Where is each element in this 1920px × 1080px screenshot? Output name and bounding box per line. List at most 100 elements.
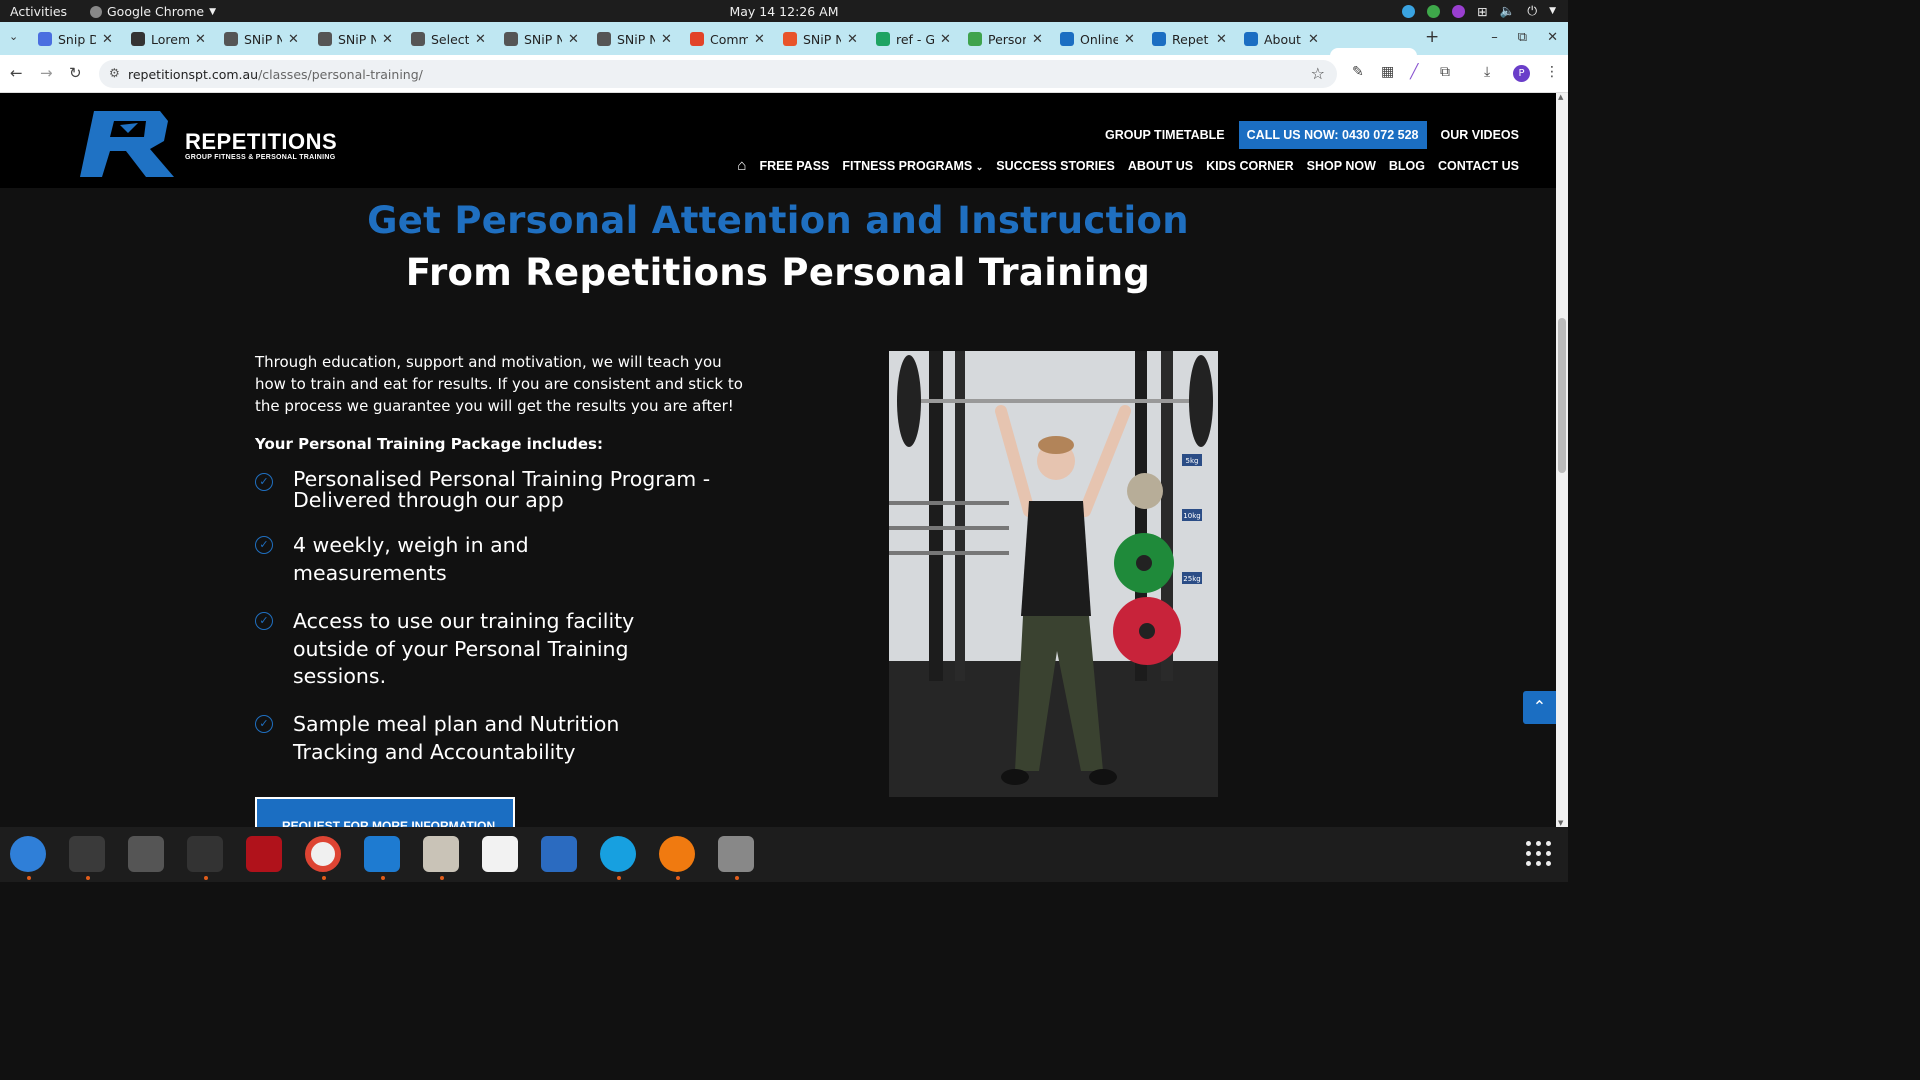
our-videos-link[interactable]: OUR VIDEOS (1441, 128, 1520, 142)
nav-free-pass[interactable]: FREE PASS (759, 159, 829, 173)
browser-tab[interactable]: ref - G ✕ (870, 26, 957, 52)
group-timetable-link[interactable]: GROUP TIMETABLE (1105, 128, 1225, 142)
document-viewer-icon[interactable] (541, 836, 577, 872)
browser-tab[interactable]: SNiP N ✕ (312, 26, 399, 52)
nav-blog[interactable]: BLOG (1389, 159, 1425, 173)
browser-tab[interactable]: Select ✕ (405, 26, 492, 52)
volume-icon[interactable]: 🔈 (1500, 3, 1516, 19)
nav-contact-us[interactable]: CONTACT US (1438, 159, 1519, 173)
calendar-extension-icon[interactable]: ▦ (1381, 64, 1394, 80)
browser-tab[interactable]: SNiP N ✕ (591, 26, 678, 52)
check-circle-icon: ✓ (255, 473, 273, 491)
activities-button[interactable]: Activities (10, 4, 67, 19)
scroll-down-icon[interactable]: ▼ (1558, 819, 1563, 827)
back-icon[interactable]: ← (10, 64, 23, 82)
app-menu[interactable]: Google Chrome ▼ (90, 4, 216, 19)
browser-tab[interactable]: SNiP N ✕ (498, 26, 585, 52)
browser-tab[interactable]: Repet ✕ (1146, 26, 1233, 52)
reload-icon[interactable]: ↻ (69, 64, 82, 82)
tray-color-icon[interactable] (1452, 4, 1466, 18)
tab-title: SNiP N (338, 31, 376, 47)
url-text[interactable]: repetitionspt.com.au/classes/personal-tr… (128, 67, 423, 82)
tab-close-icon[interactable]: ✕ (195, 32, 206, 47)
page-scrollbar[interactable]: ▲ ▼ (1556, 93, 1568, 827)
tab-close-icon[interactable]: ✕ (1032, 32, 1043, 47)
bookmark-star-icon[interactable]: ☆ (1311, 64, 1325, 83)
tray-update-icon[interactable] (1427, 4, 1441, 18)
running-indicator (322, 876, 326, 880)
browser-tab[interactable]: Lorem ✕ (125, 26, 212, 52)
system-tray[interactable]: ⊞ 🔈 ⏻ ▼ (1402, 3, 1556, 19)
tab-close-icon[interactable]: ✕ (754, 32, 765, 47)
browser-tab[interactable]: SNiP N ✕ (218, 26, 305, 52)
text-editor-icon[interactable] (482, 836, 518, 872)
network-icon[interactable]: ⊞ (1477, 4, 1487, 19)
close-icon[interactable]: ✕ (1547, 30, 1558, 45)
browser-tab[interactable]: Persor ✕ (962, 26, 1049, 52)
extensions-puzzle-icon[interactable]: ⧉ (1440, 64, 1450, 80)
site-logo[interactable]: REPETITIONS GROUP FITNESS & PERSONAL TRA… (80, 111, 340, 179)
scrollbar-thumb[interactable] (1558, 318, 1566, 473)
tab-close-icon[interactable]: ✕ (102, 32, 113, 47)
new-tab-button[interactable]: + (1425, 27, 1439, 47)
home-icon[interactable]: ⌂ (737, 157, 746, 174)
nav-about-us[interactable]: ABOUT US (1128, 159, 1193, 173)
disk-utility-icon[interactable] (718, 836, 754, 872)
profile-avatar[interactable]: P (1513, 65, 1530, 82)
filezilla-icon[interactable] (246, 836, 282, 872)
back-to-top-button[interactable]: ⌃ (1523, 691, 1556, 724)
firefox-icon[interactable] (659, 836, 695, 872)
tab-close-icon[interactable]: ✕ (1308, 32, 1319, 47)
calculator-icon[interactable] (128, 836, 164, 872)
vscode-icon[interactable] (364, 836, 400, 872)
minimize-icon[interactable]: – (1491, 30, 1498, 45)
tab-close-icon[interactable]: ✕ (1124, 32, 1135, 47)
thunderbird-icon[interactable] (10, 836, 46, 872)
browser-tab[interactable]: SNiP N ✕ (777, 26, 864, 52)
tab-close-icon[interactable]: ✕ (288, 32, 299, 47)
browser-tab[interactable]: About ✕ (1238, 26, 1325, 52)
browser-tab[interactable]: Online ✕ (1054, 26, 1141, 52)
restore-icon[interactable]: ⧉ (1518, 30, 1527, 45)
address-bar[interactable]: ⚙ repetitionspt.com.au/classes/personal-… (99, 60, 1337, 88)
browser-tab[interactable]: Snip D ✕ (32, 26, 119, 52)
site-info-icon[interactable]: ⚙ (109, 66, 120, 80)
forward-icon[interactable]: → (40, 64, 53, 82)
chevron-down-icon[interactable]: ▼ (1549, 6, 1556, 16)
main-nav: ⌂ FREE PASS FITNESS PROGRAMS ⌄ SUCCESS S… (737, 157, 1519, 174)
download-icon[interactable]: ⤓ (1484, 64, 1490, 80)
tab-favicon-icon (597, 32, 611, 46)
call-us-button[interactable]: CALL US NOW: 0430 072 528 (1238, 121, 1427, 149)
web-page: REPETITIONS GROUP FITNESS & PERSONAL TRA… (0, 93, 1556, 827)
nav-kids-corner[interactable]: KIDS CORNER (1206, 159, 1294, 173)
terminal-icon[interactable] (69, 836, 105, 872)
tab-close-icon[interactable]: ✕ (382, 32, 393, 47)
nav-shop-now[interactable]: SHOP NOW (1307, 159, 1376, 173)
tab-title: Snip D (58, 31, 96, 47)
files-icon[interactable] (423, 836, 459, 872)
tab-close-icon[interactable]: ✕ (475, 32, 486, 47)
system-monitor-icon[interactable] (187, 836, 223, 872)
tab-close-icon[interactable]: ✕ (847, 32, 858, 47)
nav-fitness-programs[interactable]: FITNESS PROGRAMS ⌄ (842, 159, 983, 173)
scroll-up-icon[interactable]: ▲ (1558, 93, 1563, 101)
chrome-dock-icon[interactable] (305, 836, 341, 872)
browser-tab[interactable]: Comm ✕ (684, 26, 771, 52)
request-info-button[interactable]: REQUEST FOR MORE INFORMATION (255, 797, 515, 827)
tab-close-icon[interactable]: ✕ (940, 32, 951, 47)
tab-close-icon[interactable]: ✕ (1216, 32, 1227, 47)
running-indicator (440, 876, 444, 880)
clock[interactable]: May 14 12:26 AM (0, 4, 1568, 19)
show-apps-grid-icon[interactable] (1526, 841, 1552, 867)
eyedropper-extension-icon[interactable]: ✎ (1352, 64, 1364, 80)
kebab-menu-icon[interactable]: ⋮ (1545, 64, 1559, 80)
skype-icon[interactable] (600, 836, 636, 872)
nav-success-stories[interactable]: SUCCESS STORIES (996, 159, 1115, 173)
browser-toolbar: ← → ↻ ⚙ repetitionspt.com.au/classes/per… (0, 55, 1568, 93)
tray-app-icon[interactable] (1402, 4, 1416, 18)
pen-extension-icon[interactable]: ╱ (1410, 64, 1418, 80)
tab-close-icon[interactable]: ✕ (661, 32, 672, 47)
tab-close-icon[interactable]: ✕ (568, 32, 579, 47)
power-icon[interactable]: ⏻ (1527, 3, 1537, 19)
tab-search-icon[interactable]: ⌄ (9, 30, 18, 43)
